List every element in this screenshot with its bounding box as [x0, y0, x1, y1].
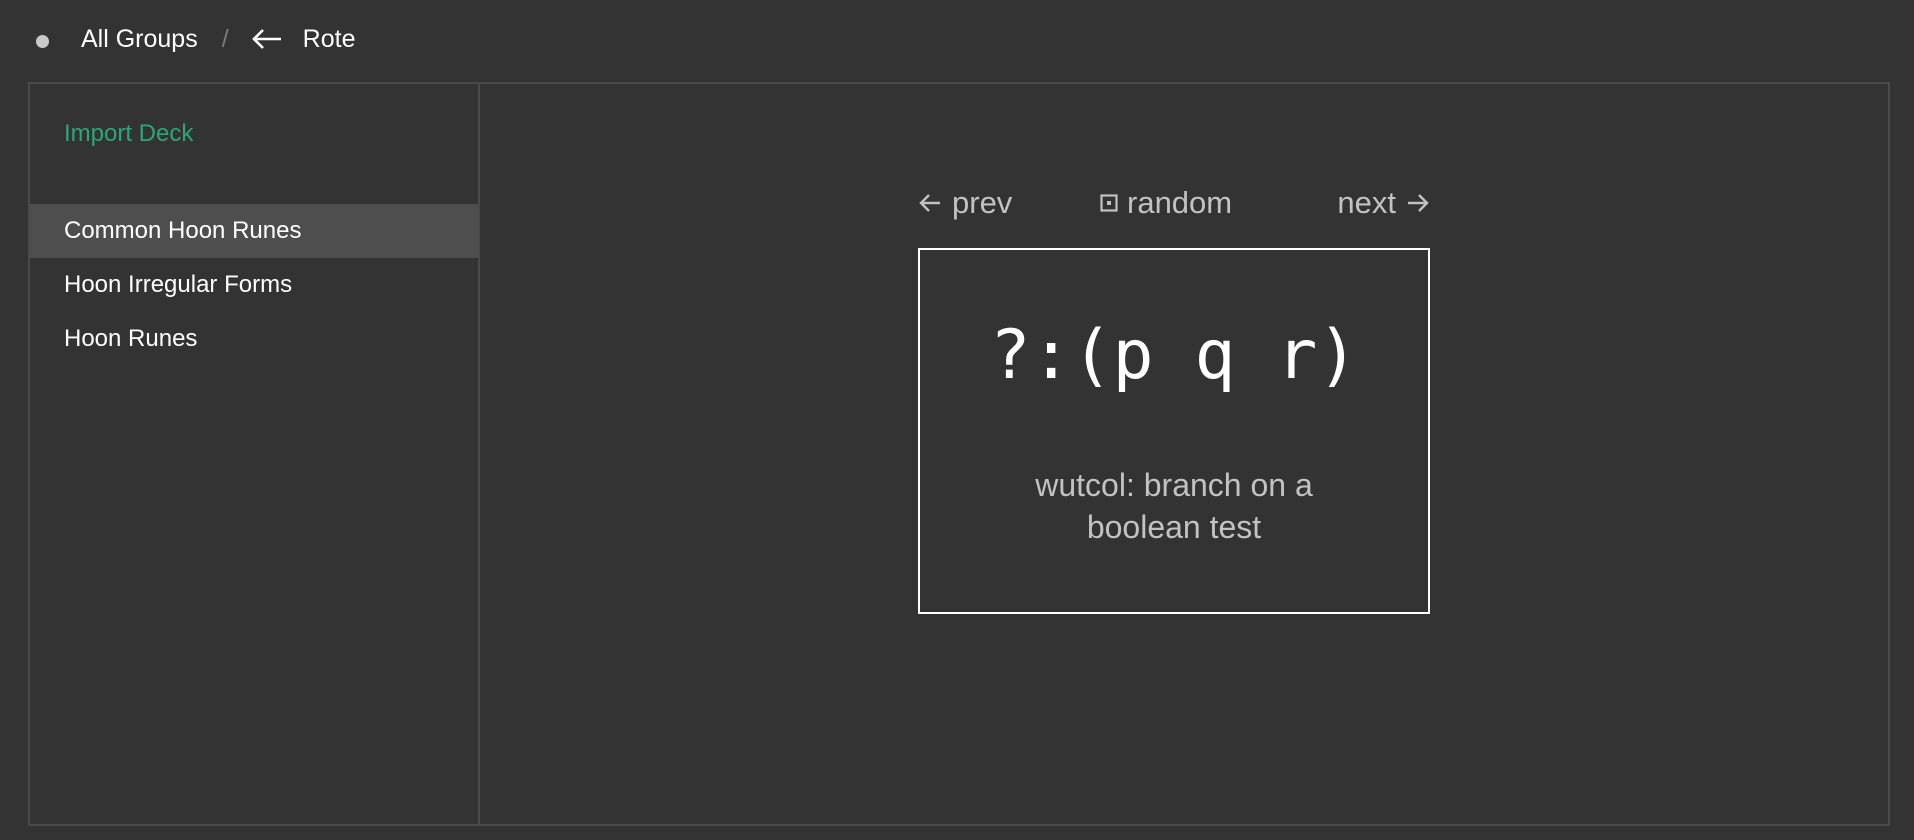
breadcrumb-all-groups[interactable]: All Groups — [81, 25, 198, 54]
next-label: next — [1337, 185, 1396, 220]
back-arrow-icon[interactable] — [251, 27, 283, 51]
card-back-text: wutcol: branch on a boolean test — [1035, 467, 1313, 545]
card-front-text: ?:(p q r) — [989, 316, 1359, 395]
arrow-right-icon — [1408, 194, 1429, 212]
import-deck-link[interactable]: Import Deck — [64, 120, 478, 180]
dice-icon — [1100, 194, 1118, 212]
breadcrumb-app-name[interactable]: Rote — [303, 25, 356, 54]
prev-button[interactable]: prev — [918, 180, 1012, 226]
top-bar: All Groups / Rote — [0, 0, 1914, 78]
arrow-left-icon — [919, 194, 940, 212]
card-viewer: prev random next ?:(p q r) wutcol: branc… — [480, 84, 1888, 824]
breadcrumb-separator: / — [221, 24, 229, 53]
prev-label: prev — [952, 185, 1013, 220]
card-navigation: prev random next — [918, 180, 1430, 226]
next-button[interactable]: next — [1337, 180, 1430, 226]
main-frame: Import Deck Common Hoon Runes Hoon Irreg… — [28, 82, 1890, 826]
sidebar-item-hoon-irregular-forms[interactable]: Hoon Irregular Forms — [30, 258, 478, 312]
sidebar: Import Deck Common Hoon Runes Hoon Irreg… — [30, 84, 480, 824]
random-label: random — [1127, 185, 1233, 220]
sidebar-item-common-hoon-runes[interactable]: Common Hoon Runes — [30, 204, 478, 258]
random-button[interactable]: random — [1100, 180, 1232, 226]
deck-list: Common Hoon Runes Hoon Irregular Forms H… — [30, 204, 478, 366]
sidebar-item-hoon-runes[interactable]: Hoon Runes — [30, 312, 478, 366]
status-dot-icon — [36, 34, 49, 48]
flashcard[interactable]: ?:(p q r) wutcol: branch on a boolean te… — [918, 248, 1430, 614]
